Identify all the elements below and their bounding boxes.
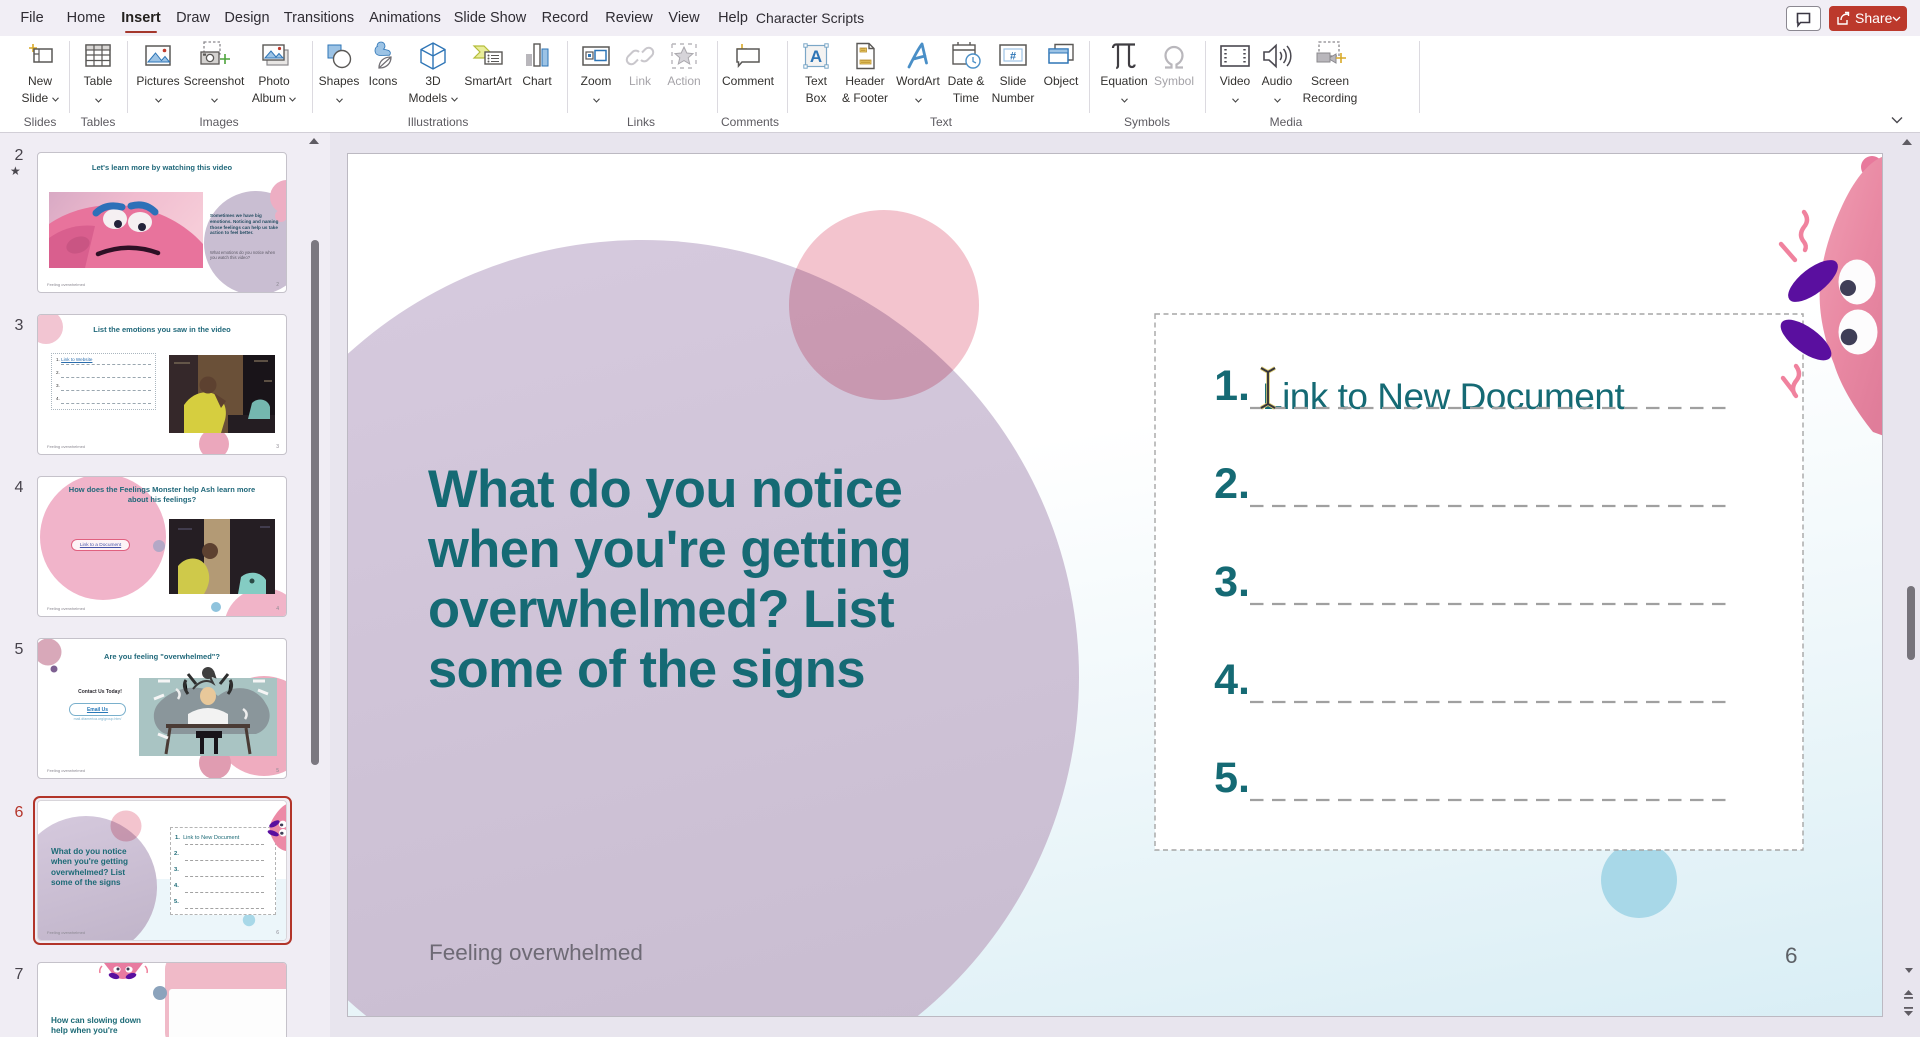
svg-text:#: # <box>1010 51 1016 63</box>
svg-text:A: A <box>810 47 822 66</box>
